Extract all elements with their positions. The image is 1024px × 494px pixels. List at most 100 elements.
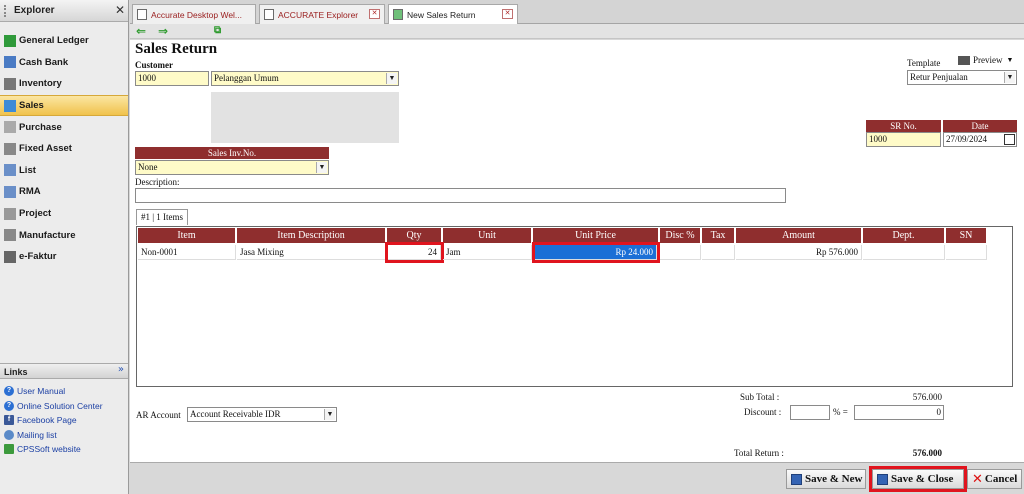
links-title: Links [4, 367, 28, 377]
column-header-tax[interactable]: Tax [702, 228, 735, 243]
chevron-down-icon: ▼ [1006, 56, 1014, 64]
sales-icon [4, 99, 16, 112]
list-icon [4, 164, 16, 177]
sidebar-item-fixed-asset[interactable]: Fixed Asset [0, 138, 128, 160]
cell-sn[interactable] [946, 245, 987, 260]
efaktur-icon [4, 250, 16, 263]
cell-amount[interactable]: Rp 576.000 [736, 245, 862, 260]
sidebar-item-list[interactable]: List [0, 160, 128, 182]
link-cpssoft-website[interactable]: CPSSoft website [4, 442, 103, 457]
tab-accurate-desktop-welcome[interactable]: Accurate Desktop Wel... [132, 4, 256, 24]
sales-return-icon [393, 9, 403, 20]
items-grid: Item Item Description Qty Unit Unit Pric… [136, 226, 1013, 387]
cancel-icon: ✕ [972, 471, 983, 487]
sales-inv-header: Sales Inv.No. [135, 147, 329, 159]
sidebar-item-cash-bank[interactable]: Cash Bank [0, 52, 128, 74]
sidebar-item-general-ledger[interactable]: General Ledger [0, 30, 128, 52]
cancel-button[interactable]: ✕ Cancel [967, 469, 1022, 489]
column-header-dept[interactable]: Dept. [863, 228, 945, 243]
column-header-item-description[interactable]: Item Description [237, 228, 386, 243]
ar-account-select[interactable]: Account Receivable IDR ▼ [187, 407, 337, 422]
sidebar-item-inventory[interactable]: Inventory [0, 73, 128, 95]
help-icon: ? [4, 400, 14, 411]
column-header-amount[interactable]: Amount [736, 228, 862, 243]
customer-address-box [211, 92, 399, 143]
cell-qty[interactable]: 24 [385, 242, 444, 263]
sidebar-item-project[interactable]: Project [0, 203, 128, 225]
sr-no-field[interactable]: 1000 [866, 132, 941, 147]
preview-button[interactable]: Preview ▼ [958, 55, 1013, 65]
save-close-button[interactable]: Save & Close [869, 466, 967, 492]
rma-icon [4, 185, 16, 198]
tab-new-sales-return[interactable]: New Sales Return ✕ [388, 4, 518, 24]
customer-name-select[interactable]: Pelanggan Umum ▼ [211, 71, 399, 86]
close-tab-icon[interactable]: ✕ [369, 9, 380, 19]
save-icon [791, 473, 802, 485]
collapse-icon[interactable]: » [118, 364, 124, 375]
sidebar-item-e-faktur[interactable]: e-Faktur [0, 246, 128, 268]
cell-dept[interactable] [863, 245, 945, 260]
copy-icon[interactable]: ⧉ [214, 24, 221, 38]
sidebar-item-manufacture[interactable]: Manufacture [0, 224, 128, 246]
link-mailing-list[interactable]: Mailing list [4, 428, 103, 443]
column-header-item[interactable]: Item [138, 228, 236, 243]
link-facebook-page[interactable]: f Facebook Page [4, 413, 103, 428]
date-field[interactable]: 27/09/2024 [943, 132, 1017, 147]
save-new-button[interactable]: Save & New [786, 469, 866, 489]
column-header-qty[interactable]: Qty [387, 228, 442, 243]
links-list: ? User Manual ? Online Solution Center f Fa… [4, 384, 103, 457]
sr-no-header: SR No. [866, 120, 941, 132]
date-header: Date [943, 120, 1017, 132]
sidebar-item-sales[interactable]: Sales [0, 94, 128, 117]
column-header-disc[interactable]: Disc % [660, 228, 701, 243]
inventory-icon [4, 77, 16, 90]
customer-id-field[interactable]: 1000 [135, 71, 209, 86]
subtotal-value: 576.000 [912, 392, 942, 402]
link-online-solution-center[interactable]: ? Online Solution Center [4, 399, 103, 414]
tab-items[interactable]: #1 | 1 Items [136, 209, 189, 225]
cell-tax[interactable] [702, 245, 735, 260]
document-icon [137, 9, 147, 20]
calendar-icon[interactable] [1004, 134, 1015, 145]
web-icon [4, 444, 14, 455]
discount-percent-input[interactable] [790, 405, 830, 420]
links-header[interactable]: Links » [0, 363, 128, 379]
close-tab-icon[interactable]: ✕ [502, 9, 513, 19]
total-return-value: 576.000 [912, 448, 942, 458]
column-header-unit[interactable]: Unit [443, 228, 532, 243]
facebook-icon: f [4, 415, 14, 426]
sidebar-item-rma[interactable]: RMA [0, 181, 128, 203]
chevron-down-icon[interactable]: ▼ [324, 409, 335, 420]
column-header-unit-price[interactable]: Unit Price [533, 228, 659, 243]
discount-value-input[interactable]: 0 [854, 405, 944, 420]
cell-item-description[interactable]: Jasa Mixing [237, 245, 386, 260]
sidebar-item-purchase[interactable]: Purchase [0, 116, 128, 138]
forward-arrow-icon[interactable]: ⇒ [158, 24, 168, 38]
ledger-icon [4, 34, 16, 47]
link-user-manual[interactable]: ? User Manual [4, 384, 103, 399]
column-header-sn[interactable]: SN [946, 228, 987, 243]
cart-icon [4, 121, 16, 134]
chevron-down-icon[interactable]: ▼ [1004, 72, 1015, 83]
template-select[interactable]: Retur Penjualan ▼ [907, 70, 1017, 85]
project-icon [4, 207, 16, 220]
explorer-nav: General Ledger Cash Bank Inventory Sales… [0, 30, 128, 268]
discount-label: Discount : [744, 407, 782, 417]
cell-disc[interactable] [660, 245, 701, 260]
total-return-label: Total Return : [734, 448, 784, 458]
users-icon [4, 429, 14, 440]
subtotal-label: Sub Total : [740, 392, 780, 402]
customer-label: Customer [135, 60, 173, 70]
chevron-down-icon[interactable]: ▼ [316, 162, 327, 173]
discount-percent-sign: % = [833, 407, 848, 417]
chevron-down-icon[interactable]: ▼ [386, 73, 397, 84]
cell-unit-price[interactable]: Rp 24.000 [532, 242, 660, 263]
cell-unit[interactable]: Jam [443, 245, 532, 260]
cell-item[interactable]: Non-0001 [138, 245, 236, 260]
sales-inv-select[interactable]: None ▼ [135, 160, 329, 175]
description-label: Description: [135, 177, 180, 187]
back-arrow-icon[interactable]: ⇐ [136, 24, 146, 38]
description-input[interactable] [135, 188, 786, 203]
tab-accurate-explorer[interactable]: ACCURATE Explorer ✕ [259, 4, 385, 24]
close-icon[interactable]: ✕ [115, 3, 125, 17]
